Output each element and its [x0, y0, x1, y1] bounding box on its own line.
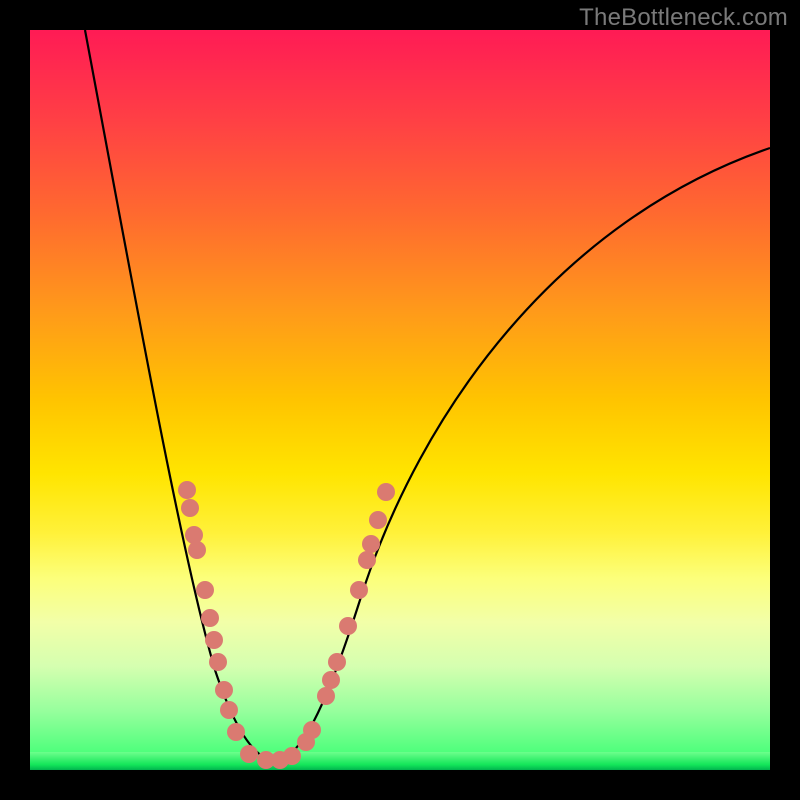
data-marker: [317, 687, 335, 705]
data-marker: [369, 511, 387, 529]
data-marker: [220, 701, 238, 719]
data-marker: [185, 526, 203, 544]
chart-svg: [30, 30, 770, 770]
data-marker: [328, 653, 346, 671]
data-marker: [322, 671, 340, 689]
data-marker: [209, 653, 227, 671]
data-marker: [205, 631, 223, 649]
data-marker: [201, 609, 219, 627]
right-curve: [275, 148, 770, 760]
data-marker: [188, 541, 206, 559]
data-marker: [227, 723, 245, 741]
data-marker: [362, 535, 380, 553]
data-marker: [215, 681, 233, 699]
data-marker: [377, 483, 395, 501]
data-marker: [196, 581, 214, 599]
data-marker: [358, 551, 376, 569]
watermark-text: TheBottleneck.com: [579, 4, 788, 32]
data-marker: [181, 499, 199, 517]
data-marker: [283, 747, 301, 765]
data-marker: [339, 617, 357, 635]
curve-group: [85, 30, 770, 760]
data-marker: [240, 745, 258, 763]
data-marker: [350, 581, 368, 599]
plot-area: [30, 30, 770, 770]
left-curve: [85, 30, 275, 760]
data-marker: [178, 481, 196, 499]
marker-group: [178, 481, 395, 769]
data-marker: [303, 721, 321, 739]
